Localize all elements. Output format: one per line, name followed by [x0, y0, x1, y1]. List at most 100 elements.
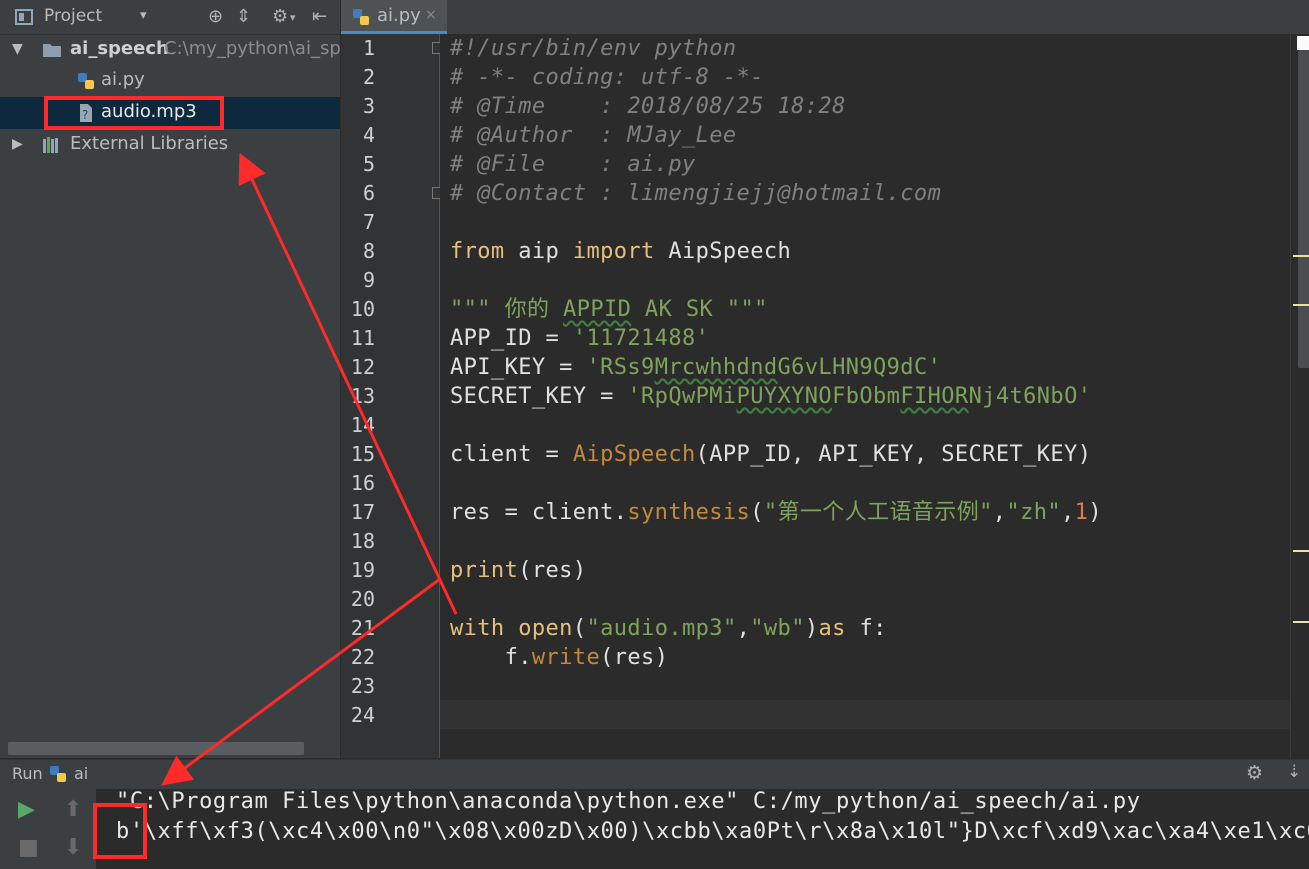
vertical-scrollbar[interactable] — [1298, 50, 1309, 368]
tab-label: ai.py — [377, 5, 421, 26]
code-editor[interactable]: #!/usr/bin/env python # -*- coding: utf-… — [440, 34, 1290, 758]
line-number: 4 — [362, 123, 375, 147]
line-number: 17 — [350, 500, 375, 524]
line-number: 11 — [350, 326, 375, 350]
python-file-icon — [50, 766, 66, 782]
gear-icon[interactable]: ⚙ — [1246, 762, 1263, 784]
folder-icon — [43, 44, 61, 57]
console-output[interactable]: "C:\Program Files\python\anaconda\python… — [96, 789, 1309, 869]
warning-mark[interactable] — [1293, 304, 1309, 306]
string-token: Mrcwhhdnd — [654, 355, 778, 380]
keyword: as — [818, 616, 846, 641]
rerun-icon[interactable]: ▶ — [18, 797, 35, 822]
warning-mark[interactable] — [1293, 550, 1309, 552]
tab-ai-py[interactable]: ai.py × — [341, 0, 447, 34]
line-number: 2 — [362, 65, 375, 89]
tree-item-external-libraries[interactable]: ▶ External Libraries — [0, 129, 340, 161]
expand-arrow-icon[interactable]: ▼ — [12, 41, 23, 57]
function-token: synthesis — [627, 500, 751, 525]
arrow-down-icon[interactable]: ⬇ — [64, 835, 82, 860]
line-number: 1 — [362, 36, 375, 60]
code-token: ( — [750, 500, 764, 525]
code-token: , — [1061, 500, 1075, 525]
horizontal-scrollbar[interactable] — [8, 742, 304, 755]
code-token: ( — [572, 616, 587, 641]
code-line: """ 你的 APPID AK SK """ — [450, 295, 768, 324]
string-token: "audio.mp3" — [586, 616, 737, 641]
keyword: import — [572, 239, 655, 264]
arrow-up-icon[interactable]: ⬆ — [64, 797, 82, 822]
hide-panel-icon[interactable]: ⇤ — [312, 6, 327, 27]
string-token: "第一个人工语音示例" — [763, 500, 993, 525]
code-token: API_KEY = — [450, 355, 587, 380]
python-file-icon — [78, 73, 94, 89]
code-token: ) — [804, 616, 819, 641]
warning-mark[interactable] — [1293, 255, 1309, 257]
code-token: (res) — [600, 645, 669, 670]
editor-tabs: ai.py × — [341, 0, 1309, 35]
code-token: , — [992, 500, 1007, 525]
run-config-name[interactable]: ai — [74, 764, 88, 783]
line-number: 20 — [350, 587, 375, 611]
code-token: (res) — [518, 558, 587, 583]
code-token: , — [736, 616, 751, 641]
collapse-all-icon[interactable]: ⇕ — [236, 6, 251, 27]
close-icon[interactable]: × — [425, 7, 437, 23]
line-number: 24 — [350, 703, 375, 727]
code-token: f. — [450, 645, 532, 670]
code-line: from aip import AipSpeech — [450, 237, 791, 266]
line-number: 22 — [350, 645, 375, 669]
warning-mark[interactable] — [1293, 621, 1309, 623]
string-token: 'RpQwPMi — [627, 384, 737, 409]
code-token: ) — [1088, 500, 1102, 525]
inspection-status-icon[interactable] — [1297, 36, 1309, 50]
run-toolbar: ▶ ⬆ ■ ⬇ — [0, 789, 96, 869]
line-number: 8 — [362, 239, 375, 263]
string-token: G6vLHN9Q9dC' — [777, 355, 942, 380]
string-token: '11721488' — [572, 326, 710, 351]
console-line: "C:\Program Files\python\anaconda\python… — [116, 789, 1141, 814]
string-token: FIHOR — [900, 384, 969, 409]
line-number: 13 — [350, 384, 375, 408]
minimize-icon[interactable]: ⇣ — [1287, 762, 1301, 782]
line-number: 21 — [350, 616, 375, 640]
line-number: 12 — [350, 355, 375, 379]
code-token: client = — [450, 442, 573, 467]
line-number: 7 — [362, 210, 375, 234]
project-icon — [15, 9, 33, 25]
docstring-token: 你的 — [504, 297, 564, 322]
line-number: 5 — [362, 152, 375, 176]
caret-row-highlight — [440, 700, 1290, 729]
tree-item-ai-py[interactable]: ai.py — [0, 65, 340, 97]
tree-item-label: External Libraries — [70, 133, 229, 154]
string-token: 'RSs9 — [586, 355, 655, 380]
gear-dropdown-icon[interactable]: ▾ — [290, 11, 296, 24]
tree-item-ai-speech[interactable]: ▼ ai_speech C:\my_python\ai_spe — [0, 34, 340, 66]
line-number: 23 — [350, 674, 375, 698]
chevron-down-icon[interactable]: ▾ — [140, 8, 147, 23]
libraries-icon — [43, 137, 58, 153]
code-line: # -*- coding: utf-8 -*- — [450, 65, 764, 90]
expand-arrow-icon[interactable]: ▶ — [12, 136, 23, 152]
string-token: "zh" — [1006, 500, 1062, 525]
run-panel-header: Run ai ⚙ ⇣ — [0, 759, 1309, 789]
code-token: APP_ID = — [450, 326, 573, 351]
line-number: 15 — [350, 442, 375, 466]
keyword: from — [450, 239, 505, 264]
project-title[interactable]: Project — [44, 6, 102, 26]
string-token: Nj4t6NbO' — [968, 384, 1092, 409]
docstring-token: APPID — [563, 297, 632, 322]
project-header: Project ▾ ⊕ ⇕ ⚙ ▾ ⇤ — [0, 0, 340, 35]
code-line: client = AipSpeech(APP_ID, API_KEY, SECR… — [450, 440, 1091, 469]
line-number: 14 — [350, 413, 375, 437]
keyword: open — [518, 616, 573, 641]
scroll-from-source-icon[interactable]: ⊕ — [208, 6, 223, 27]
code-line: f.write(res) — [450, 643, 668, 672]
stop-icon[interactable]: ■ — [18, 835, 39, 860]
error-stripe[interactable] — [1290, 34, 1309, 758]
gear-icon[interactable]: ⚙ — [272, 6, 288, 27]
line-number: 3 — [362, 94, 375, 118]
run-panel-title[interactable]: Run — [12, 764, 43, 783]
code-line: # @Author : MJay_Lee — [450, 123, 737, 148]
